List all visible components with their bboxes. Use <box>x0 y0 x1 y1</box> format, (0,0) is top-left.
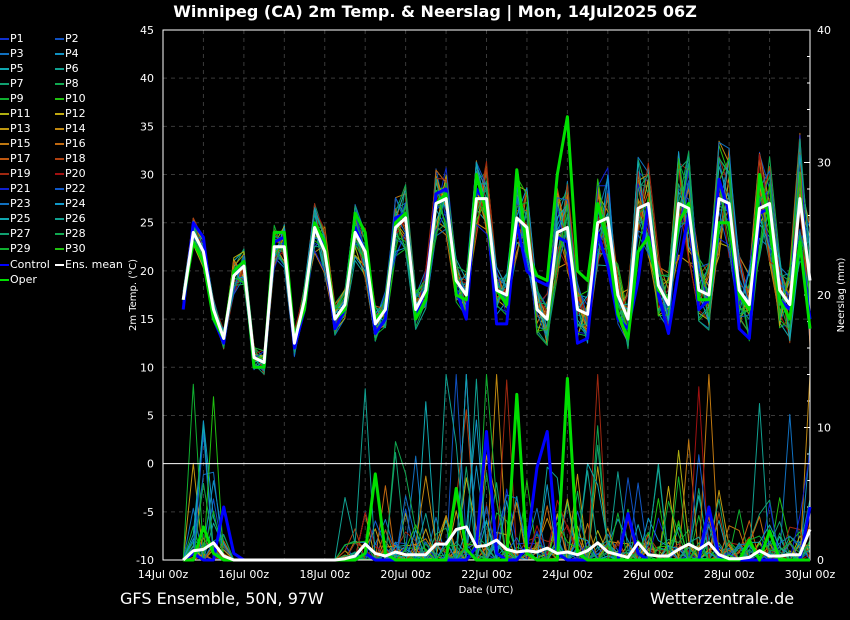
x-tick-label: 22Jul 00z <box>461 568 512 581</box>
x-tick-label: 24Jul 00z <box>542 568 593 581</box>
y-tick-label: 30 <box>140 169 154 182</box>
y2-tick-label: 40 <box>817 24 831 37</box>
y-tick-label: 0 <box>147 458 154 471</box>
y-tick-label: 10 <box>140 361 154 374</box>
x-tick-label: 18Jul 00z <box>299 568 350 581</box>
y-tick-label: 25 <box>140 217 154 230</box>
y-tick-label: -10 <box>136 554 154 567</box>
x-tick-label: 16Jul 00z <box>219 568 270 581</box>
x-tick-label: 30Jul 00z <box>785 568 836 581</box>
y-tick-label: 20 <box>140 265 154 278</box>
x-tick-label: 26Jul 00z <box>623 568 674 581</box>
y-axis-title: 2m Temp. (°C) <box>128 259 139 331</box>
y2-tick-label: 30 <box>817 157 831 170</box>
y-tick-label: -5 <box>143 506 154 519</box>
x-axis-title: Date (UTC) <box>459 585 514 596</box>
y2-tick-label: 20 <box>817 289 831 302</box>
site-credit-label: Wetterzentrale.de <box>650 589 795 608</box>
y-tick-label: 45 <box>140 24 154 37</box>
chart: 45 40 35 30 25 20 15 10 5 0 -5 -10 40 30 20 10 0 14Jul 00… <box>128 24 847 596</box>
x-tick-label: 28Jul 00z <box>704 568 755 581</box>
y-tick-label: 35 <box>140 120 154 133</box>
x-tick-label: 14Jul 00z <box>138 568 189 581</box>
model-source-label: GFS Ensemble, 50N, 97W <box>120 589 324 608</box>
y2-tick-label: 0 <box>817 554 824 567</box>
y2-axis-title: Neerslag (mm) <box>836 257 847 332</box>
y2-tick-label: 10 <box>817 422 831 435</box>
y-tick-label: 5 <box>147 409 154 422</box>
x-tick-label: 20Jul 00z <box>380 568 431 581</box>
y-tick-label: 15 <box>140 313 154 326</box>
y-tick-label: 40 <box>140 72 154 85</box>
